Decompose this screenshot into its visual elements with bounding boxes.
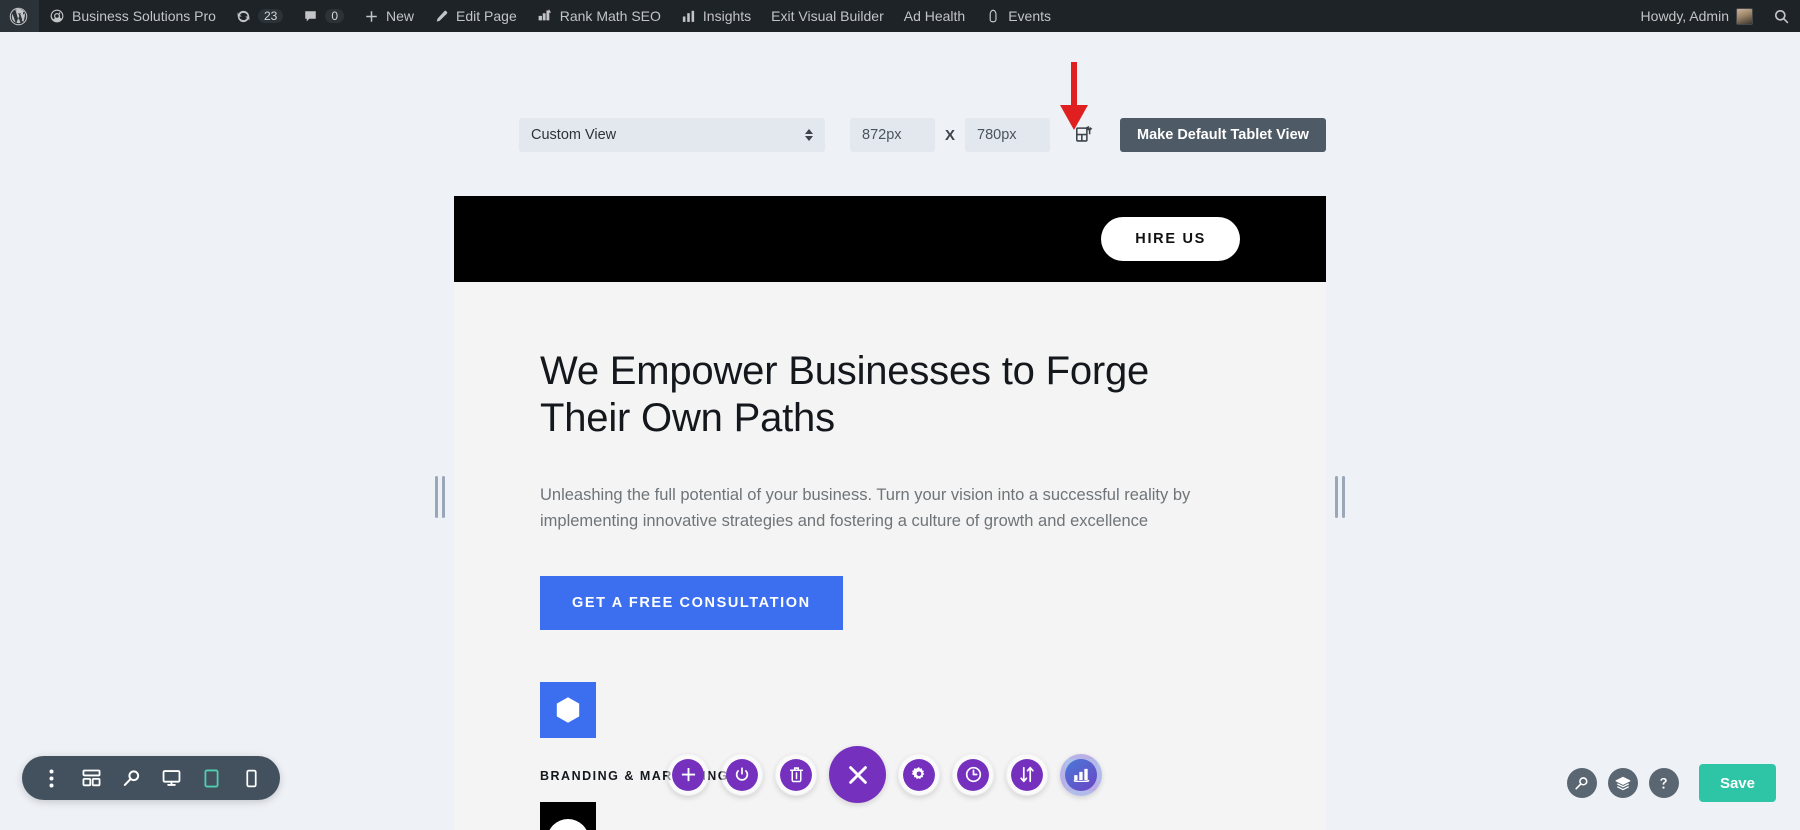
adminbar-howdy-label: Howdy, Admin (1640, 8, 1729, 24)
add-section-button[interactable] (667, 753, 709, 796)
settings-button[interactable] (898, 753, 940, 796)
bar-chart-icon (1073, 767, 1090, 782)
chevron-updown-icon (805, 129, 813, 141)
service-icon-tile (540, 682, 596, 739)
bar-chart-icon (681, 9, 696, 24)
adminbar-item-rank-math-seo[interactable]: Rank Math SEO (527, 0, 671, 32)
make-default-tablet-view-button[interactable]: Make Default Tablet View (1120, 118, 1326, 152)
save-button[interactable]: Save (1698, 764, 1776, 802)
phone-icon (245, 769, 257, 788)
layers-icon (1615, 776, 1631, 791)
search-icon (1773, 8, 1790, 25)
wireframe-mode-button[interactable] (721, 753, 763, 796)
get-a-free-consultation-button[interactable]: GET A FREE CONSULTATION (540, 576, 843, 631)
hero-subtitle: Unleashing the full potential of your bu… (540, 485, 1191, 531)
question-mark-icon (1656, 776, 1671, 791)
layers-button[interactable] (1607, 768, 1638, 798)
page-settings-bar (22, 756, 280, 800)
adminbar-item-edit-page[interactable]: Edit Page (424, 0, 527, 32)
hexagon-icon (552, 694, 584, 726)
megaphone-icon (985, 8, 1001, 24)
wp-admin-bar: Business Solutions Pro 23 0 New Edit Pag… (0, 0, 1800, 32)
rank-math-icon (537, 8, 553, 24)
adminbar-label-edit-page: Edit Page (456, 8, 517, 24)
avatar (1736, 7, 1753, 25)
stats-button[interactable] (1060, 753, 1102, 796)
power-icon (734, 766, 750, 783)
magnifier-icon (122, 769, 141, 788)
adminbar-label-insights: Insights (702, 8, 752, 24)
gear-icon (911, 766, 927, 783)
adminbar-right-group: Howdy, Admin (1631, 0, 1800, 32)
close-menu-button[interactable] (829, 746, 886, 803)
help-button[interactable] (1648, 768, 1679, 798)
preview-viewport: HIRE US We Empower Businesses to Forge T… (454, 196, 1326, 830)
visual-builder-canvas: Custom View X Make Default Tablet View (0, 32, 1800, 830)
adminbar-label-rank-math-seo: Rank Math SEO (559, 8, 661, 24)
zoom-control-button[interactable] (1566, 768, 1597, 798)
updates-icon (236, 9, 251, 24)
service-card-thumbnail (540, 802, 596, 830)
desktop-view-button[interactable] (151, 756, 191, 800)
portability-button[interactable] (1006, 753, 1048, 796)
adminbar-label-new: New (386, 8, 415, 24)
dimension-separator: X (945, 126, 956, 144)
site-header: HIRE US (454, 196, 1326, 282)
resize-handle-right[interactable] (1333, 474, 1347, 520)
wordpress-logo-icon (9, 7, 28, 26)
adminbar-item-my-account[interactable]: Howdy, Admin (1631, 0, 1763, 32)
more-options-button[interactable] (31, 756, 71, 800)
wireframe-view-button[interactable] (71, 756, 111, 800)
trash-button[interactable] (775, 753, 817, 796)
adminbar-updates-count: 23 (257, 9, 284, 23)
sort-arrows-icon (1019, 766, 1035, 783)
adminbar-item-insights[interactable]: Insights (671, 0, 761, 32)
tablet-icon (204, 769, 219, 788)
resize-handle-left[interactable] (433, 474, 447, 520)
adminbar-search-button[interactable] (1763, 0, 1800, 32)
circle-shape-icon (547, 819, 589, 830)
hero-title: We Empower Businesses to Forge Their Own… (540, 349, 1150, 440)
adminbar-label-site-name: Business Solutions Pro (72, 8, 216, 24)
adminbar-item-ad-health[interactable]: Ad Health (894, 0, 975, 32)
adminbar-label-exit-visual-builder: Exit Visual Builder (771, 8, 884, 24)
wireframe-icon (82, 769, 101, 787)
magnifier-icon (1574, 776, 1589, 791)
phone-view-button[interactable] (231, 756, 271, 800)
adminbar-item-site-name[interactable]: Business Solutions Pro (39, 0, 226, 32)
trash-icon (789, 766, 804, 783)
history-button[interactable] (952, 753, 994, 796)
plus-icon (681, 767, 696, 782)
adminbar-item-new[interactable]: New (354, 0, 424, 32)
zoom-out-view-button[interactable] (111, 756, 151, 800)
preview-width-input[interactable] (850, 118, 935, 152)
comment-bubble-icon (303, 9, 318, 24)
dashboard-icon (49, 8, 65, 24)
vertical-dots-icon (49, 769, 54, 788)
preview-height-input[interactable] (965, 118, 1051, 152)
adminbar-item-events[interactable]: Events (975, 0, 1061, 32)
builder-bottom-right-controls: Save (1566, 764, 1776, 802)
hire-us-button[interactable]: HIRE US (1101, 217, 1240, 261)
adminbar-comments-count: 0 (325, 9, 345, 23)
adminbar-item-updates[interactable]: 23 (226, 0, 293, 32)
responsive-preview-toolbar: Custom View X Make Default Tablet View (519, 118, 1326, 152)
plus-icon (364, 9, 379, 24)
adminbar-item-exit-visual-builder[interactable]: Exit Visual Builder (761, 0, 894, 32)
reset-layout-icon[interactable] (1072, 121, 1098, 149)
desktop-icon (162, 769, 181, 787)
adminbar-item-comments[interactable]: 0 (293, 0, 354, 32)
builder-circle-menu (667, 746, 1102, 803)
adminbar-label-ad-health: Ad Health (903, 8, 966, 24)
view-mode-select-value: Custom View (531, 127, 617, 143)
wordpress-logo-button[interactable] (0, 0, 39, 32)
adminbar-label-events: Events (1008, 8, 1052, 24)
responsive-preview-frame: HIRE US We Empower Businesses to Forge T… (435, 164, 1345, 830)
pencil-icon (434, 9, 449, 24)
close-x-icon (847, 764, 869, 786)
tablet-view-button[interactable] (191, 756, 231, 800)
view-mode-select[interactable]: Custom View (519, 118, 825, 152)
clock-icon (965, 766, 982, 783)
